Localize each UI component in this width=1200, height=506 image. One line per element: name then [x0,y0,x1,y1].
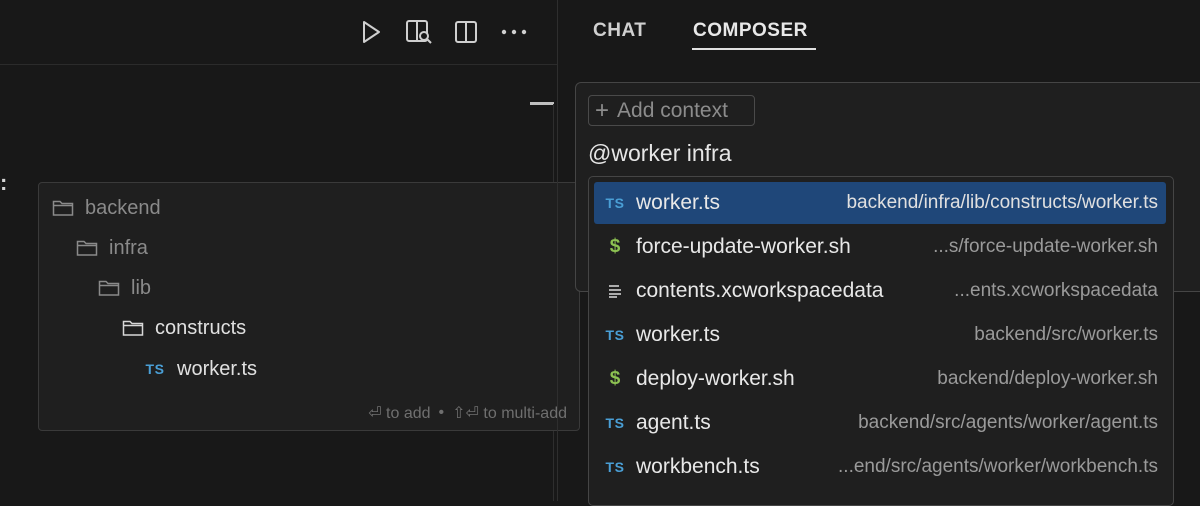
tree-keyboard-hint: ⏎ to add • ⇧⏎ to multi-add [39,395,579,431]
suggestion-path: backend/src/worker.ts [974,324,1158,345]
tree-row-infra[interactable]: infra [75,233,148,263]
folder-icon [75,238,99,258]
file-tree-popup: backend infra lib constructs TS worker.t… [38,182,580,431]
suggestion-item[interactable]: $ force-update-worker.sh ...s/force-upda… [594,226,1166,268]
suggestion-item[interactable]: TS worker.ts backend/infra/lib/construct… [594,182,1166,224]
typescript-icon: TS [605,195,625,211]
suggestion-path: backend/infra/lib/constructs/worker.ts [846,192,1158,213]
suggestion-name: contents.xcworkspacedata [636,279,884,302]
tree-row-backend[interactable]: backend [51,193,161,223]
tree-row-label: infra [109,236,148,259]
tab-chat[interactable]: CHAT [593,20,646,42]
suggestion-path: ...ents.xcworkspacedata [954,280,1158,301]
tree-row-label: constructs [155,316,247,339]
suggestion-name: force-update-worker.sh [636,235,851,258]
hint-multi-add: ⇧⏎ to multi-add [452,405,567,422]
tree-row-label: lib [131,276,152,299]
more-icon[interactable] [500,18,528,46]
hint-add: ⏎ to add [368,405,431,422]
active-tab-indicator [692,48,816,50]
add-context-button[interactable]: + Add context [588,95,755,126]
tree-row-label: worker.ts [177,357,258,380]
tab-composer[interactable]: COMPOSER [693,20,808,42]
editor-header-divider [0,64,557,65]
text-lines-icon [594,284,636,298]
tree-row-constructs[interactable]: constructs [121,313,246,343]
folder-icon [97,278,121,298]
suggestion-item[interactable]: contents.xcworkspacedata ...ents.xcworks… [594,270,1166,312]
add-context-label: Add context [617,98,728,122]
suggestion-item[interactable]: $ deploy-worker.sh backend/deploy-worker… [594,358,1166,400]
suggestion-name: deploy-worker.sh [636,367,795,390]
shell-script-icon: $ [609,368,621,389]
tree-row-label: backend [85,196,161,219]
shell-script-icon: $ [609,236,621,257]
plus-icon: + [595,96,610,124]
suggestion-name: worker.ts [636,323,721,346]
file-suggestion-dropdown: TS worker.ts backend/infra/lib/construct… [588,176,1174,506]
scrollbar-thumb[interactable] [530,102,554,105]
code-fragment: : [0,170,8,195]
suggestion-path: backend/deploy-worker.sh [937,368,1158,389]
suggestion-path: ...end/src/agents/worker/workbench.ts [838,456,1158,477]
typescript-icon: TS [605,415,625,431]
suggestion-item[interactable]: TS worker.ts backend/src/worker.ts [594,314,1166,356]
suggestion-name: worker.ts [636,191,721,214]
suggestion-item[interactable]: TS agent.ts backend/src/agents/worker/ag… [594,402,1166,444]
suggestion-name: agent.ts [636,411,711,434]
hint-separator: • [438,404,445,421]
typescript-icon: TS [605,327,625,343]
split-editor-icon[interactable] [452,18,480,46]
suggestion-name: workbench.ts [636,455,760,478]
suggestion-path: ...s/force-update-worker.sh [933,236,1158,257]
tree-row-lib[interactable]: lib [97,273,151,303]
folder-icon [51,198,75,218]
suggestion-path: backend/src/agents/worker/agent.ts [858,412,1158,433]
suggestion-item[interactable]: TS workbench.ts ...end/src/agents/worker… [594,446,1166,488]
search-editor-icon[interactable] [405,18,433,46]
run-icon[interactable] [357,18,385,46]
typescript-icon: TS [605,459,625,475]
typescript-icon: TS [145,361,165,377]
composer-input[interactable]: @worker infra [588,140,732,167]
folder-icon [121,318,145,338]
panel-divider[interactable] [557,0,558,501]
tree-row-worker-ts[interactable]: TS worker.ts [143,354,257,384]
